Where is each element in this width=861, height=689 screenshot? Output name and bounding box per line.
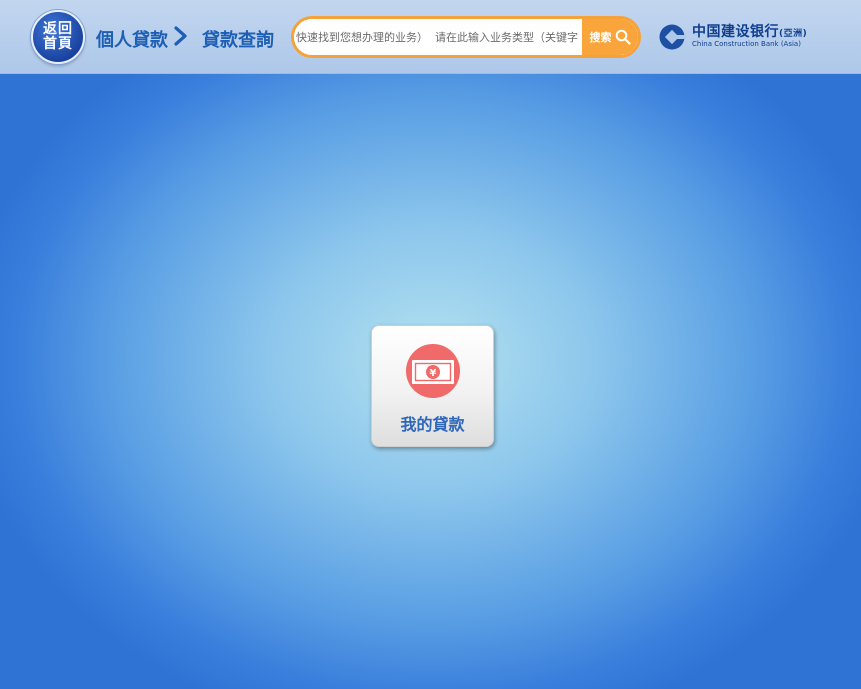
search-input[interactable] [294,19,584,55]
search-button-label: 搜索 [589,31,612,44]
bank-logo: 中国建设银行(亞洲) China Construction Bank (Asia… [658,21,838,55]
home-button-label: 返回首頁 [43,21,73,52]
logo-name-cn-suffix: (亞洲) [779,29,808,39]
top-navigation-bar: 返回首頁 個人貸款 貸款查詢 搜索 中国建设银行(亞洲) China Const… [0,0,861,74]
yen-banknote-icon: ¥ [406,344,460,398]
search-button[interactable]: 搜索 [582,19,638,55]
chevron-right-icon [174,26,187,46]
ccb-logo-icon [659,24,686,50]
svg-text:¥: ¥ [430,368,437,379]
home-button[interactable]: 返回首頁 [31,10,85,64]
breadcrumb-loan-inquiry: 貸款查詢 [202,30,274,51]
search-box: 搜索 [291,16,641,58]
my-loans-card[interactable]: ¥ 我的貸款 [371,325,494,447]
my-loans-label: 我的貸款 [400,415,465,434]
logo-name-cn: 中国建设银行 [692,24,779,40]
breadcrumb-personal-loans[interactable]: 個人貸款 [96,26,168,52]
search-icon [615,29,631,45]
logo-name-en: China Construction Bank (Asia) [692,40,801,48]
